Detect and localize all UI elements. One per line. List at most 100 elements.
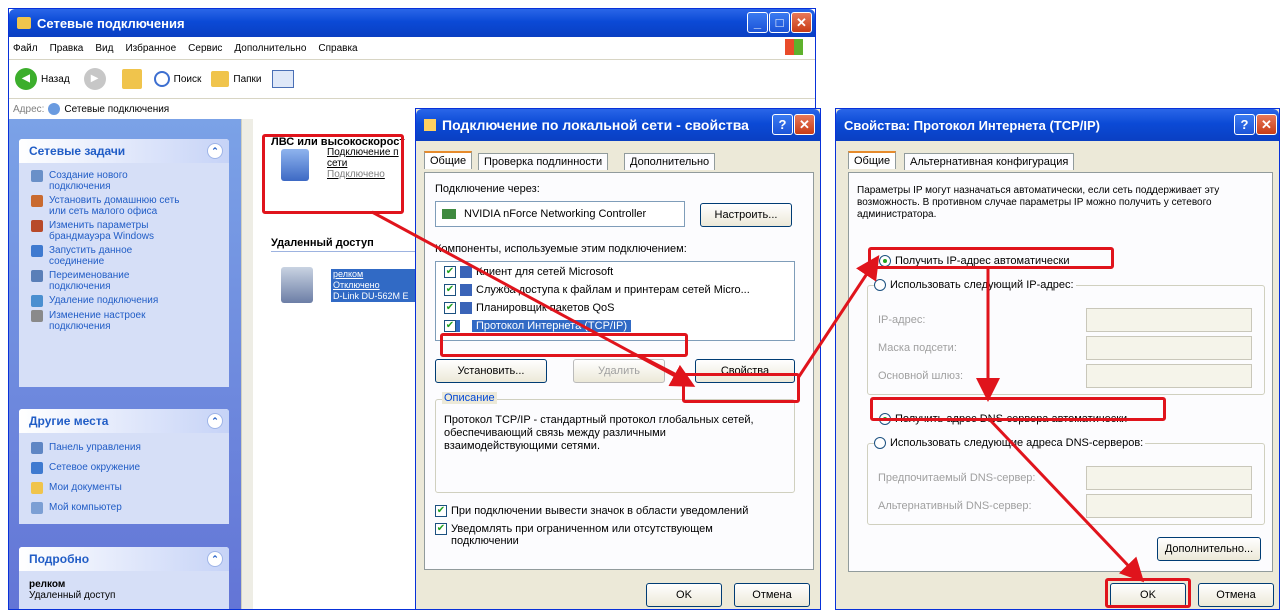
address-input[interactable]: Сетевые подключения [64,104,169,115]
menu-view[interactable]: Вид [95,43,113,54]
forward-arrow-icon[interactable]: ▶ [83,68,106,90]
remote-status: Отключено [333,280,380,290]
checkbox[interactable]: ✔ [444,302,456,315]
menu-extra[interactable]: Дополнительно [234,43,306,54]
checkbox[interactable]: ✔ [444,284,456,297]
alternate-dns-field[interactable] [1086,494,1252,518]
task-firewall[interactable]: Изменить параметры брандмауэра Windows [31,220,229,242]
scrollbar[interactable] [241,119,253,609]
place-documents[interactable]: Мои документы [31,482,229,494]
radio[interactable] [874,279,886,292]
preferred-dns-field[interactable] [1086,466,1252,490]
show-icon-option[interactable]: ✔ При подключении вывести значок в област… [435,505,749,518]
tab-alternate-config[interactable]: Альтернативная конфигурация [904,153,1075,170]
manual-ip-option[interactable]: Использовать следующий IP-адрес: [874,279,1076,292]
install-button[interactable]: Установить... [435,359,547,383]
checkbox[interactable]: ✔ [435,505,447,518]
chevron-up-icon[interactable]: ⌃ [207,413,223,429]
views-icon[interactable] [271,70,294,88]
tab-advanced[interactable]: Дополнительно [624,153,716,170]
chevron-up-icon[interactable]: ⌃ [207,143,223,159]
other-places-title: Другие места [29,414,109,428]
menu-edit[interactable]: Правка [50,43,84,54]
menu-help[interactable]: Справка [318,43,357,54]
manual-dns-option[interactable]: Использовать следующие адреса DNS-сервер… [874,437,1146,450]
back-button[interactable]: Назад [41,74,70,85]
notify-option[interactable]: ✔ Уведомлять при ограниченном или отсутст… [435,523,785,547]
highlight-ok-button [1105,578,1191,608]
menu-file[interactable]: Файл [13,43,38,54]
other-places-panel: Другие места ⌃ Панель управления Сетевое… [19,409,229,524]
client-icon [460,266,472,279]
other-places-header[interactable]: Другие места ⌃ [19,409,229,433]
task-change-settings[interactable]: Изменение настроек подключения [31,310,229,332]
folders-button[interactable]: Папки [233,74,261,85]
menu-tools[interactable]: Сервис [188,43,222,54]
task-delete[interactable]: Удаление подключения [31,295,229,307]
checkbox[interactable]: ✔ [435,523,447,535]
configure-button[interactable]: Настроить... [700,203,792,227]
place-control-panel[interactable]: Панель управления [31,442,229,454]
remote-group-header: Удаленный доступ [271,237,374,249]
components-list: ✔ Клиент для сетей Microsoft ✔ Служба дост… [435,261,795,341]
network-places-icon [31,462,43,474]
task-rename[interactable]: Переименование подключения [31,270,229,292]
place-computer[interactable]: Мой компьютер [31,502,229,514]
search-button[interactable]: Поиск [174,74,202,85]
tab-authentication[interactable]: Проверка подлинности [478,153,609,170]
close-button[interactable]: ✕ [794,114,815,135]
component-item-selected[interactable]: ✔ Протокол Интернета (TCP/IP) [444,320,632,333]
gateway-field[interactable] [1086,364,1252,388]
back-arrow-icon[interactable]: ◀ [15,68,37,90]
close-button[interactable]: ✕ [791,12,812,33]
details-title: Подробно [29,552,90,566]
dialup-connection-icon[interactable] [281,267,313,303]
search-icon[interactable] [153,71,170,87]
minimize-button[interactable]: _ [747,12,768,33]
place-network[interactable]: Сетевое окружение [31,462,229,474]
highlight-tcpip-protocol [440,333,688,357]
preferred-dns-label: Предпочитаемый DNS-сервер: [878,472,1036,484]
component-item[interactable]: ✔ Клиент для сетей Microsoft [444,266,613,279]
folders-icon[interactable] [211,71,230,87]
connection-icon [31,245,43,257]
maximize-button[interactable]: □ [769,12,790,33]
checkbox[interactable]: ✔ [444,320,456,333]
help-button[interactable]: ? [1234,114,1255,135]
chevron-up-icon[interactable]: ⌃ [207,551,223,567]
manual-dns-label: Использовать следующие адреса DNS-сервер… [890,437,1144,449]
radio[interactable] [874,437,886,450]
cancel-button[interactable]: Отмена [734,583,810,607]
help-button[interactable]: ? [772,114,793,135]
menu-favorites[interactable]: Избранное [125,43,176,54]
remove-button[interactable]: Удалить [573,359,665,383]
tab-general[interactable]: Общие [848,151,897,169]
remote-connection-item[interactable]: релком Отключено D-Link DU-562M E [331,269,421,302]
highlight-properties-button [682,373,800,403]
network-tasks-header[interactable]: Сетевые задачи ⌃ [19,139,229,163]
highlight-lan-connection [262,134,404,214]
task-label: Изменить параметры брандмауэра Windows [49,220,154,242]
task-home-network[interactable]: Установить домашнюю сеть или сеть малого… [31,195,229,217]
cancel-button[interactable]: Отмена [1198,583,1274,607]
up-folder-icon[interactable] [121,69,142,89]
tab-general[interactable]: Общие [424,151,473,169]
checkbox[interactable]: ✔ [444,266,456,279]
manual-ip-label: Использовать следующий IP-адрес: [890,279,1074,291]
details-panel: Подробно ⌃ релком Удаленный доступ [19,547,229,609]
task-create-connection[interactable]: Создание нового подключения [31,170,229,192]
close-button[interactable]: ✕ [1256,114,1277,135]
task-start-connection[interactable]: Запустить данное соединение [31,245,229,267]
alternate-dns-label: Альтернативный DNS-сервер: [878,500,1032,512]
component-item[interactable]: ✔ Служба доступа к файлам и принтерам сет… [444,284,750,297]
tcpip-title: Свойства: Протокол Интернета (TCP/IP) [844,117,1100,133]
show-icon-label: При подключении вывести значок в области… [451,505,749,517]
ok-button[interactable]: OK [646,583,722,607]
mask-field[interactable] [1086,336,1252,360]
advanced-button[interactable]: Дополнительно... [1157,537,1261,561]
description-text: Протокол TCP/IP - стандартный протокол г… [444,414,754,452]
details-header[interactable]: Подробно ⌃ [19,547,229,571]
tab-strip: Общие Проверка подлинности Дополнительно [424,151,814,173]
ip-field[interactable] [1086,308,1252,332]
component-item[interactable]: ✔ Планировщик пакетов QoS [444,302,615,315]
